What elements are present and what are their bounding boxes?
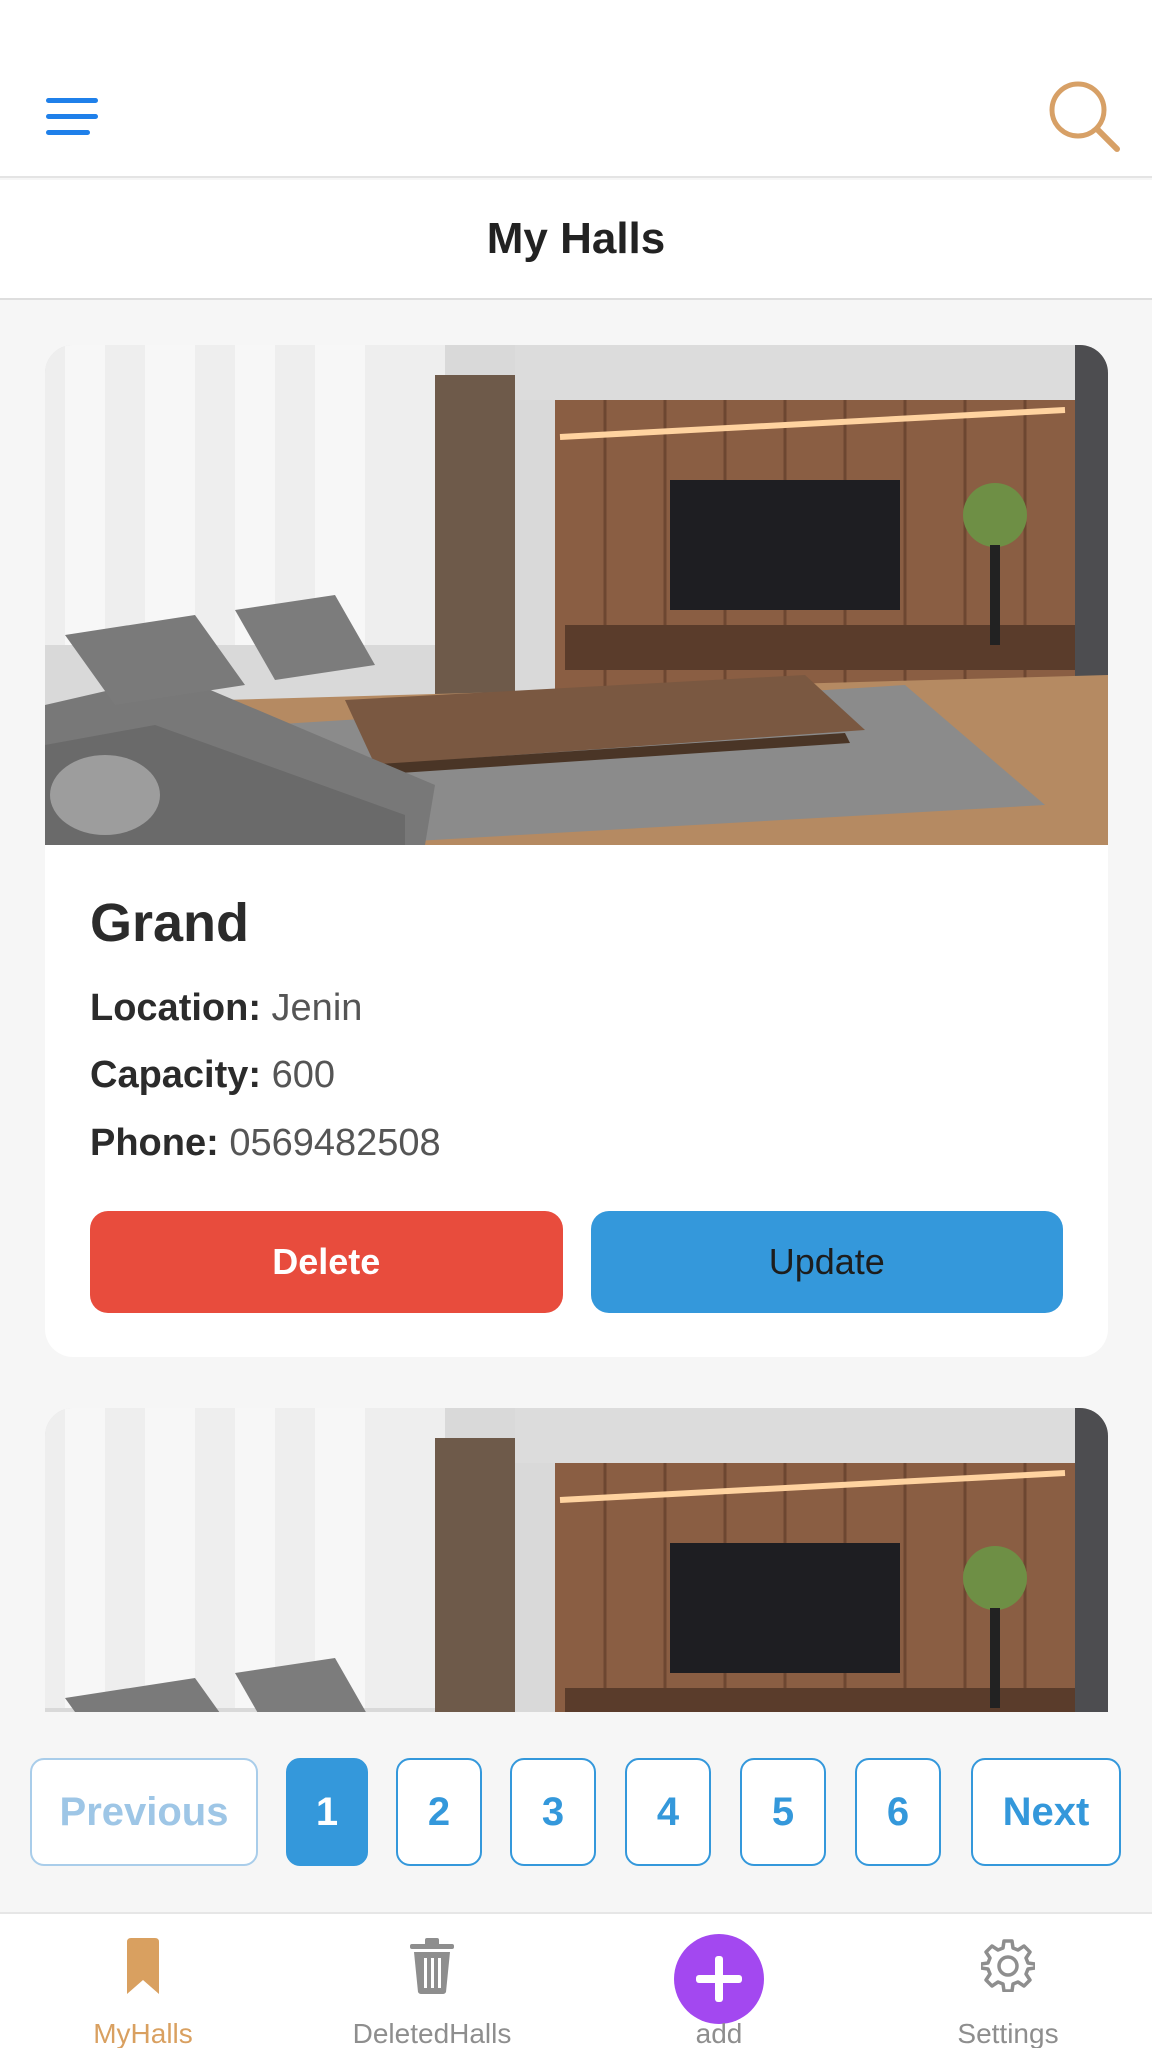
hall-image bbox=[45, 345, 1108, 845]
tab-label: DeletedHalls bbox=[352, 2018, 512, 2048]
hall-image bbox=[45, 1408, 1108, 1712]
pagination: Previous 1 2 3 4 5 6 Next bbox=[0, 1758, 1152, 1868]
phone-label: Phone: bbox=[90, 1122, 219, 1165]
delete-button[interactable]: Delete bbox=[90, 1211, 563, 1314]
trash-icon bbox=[317, 1938, 547, 2008]
page-button-3[interactable]: 3 bbox=[510, 1758, 596, 1866]
search-icon[interactable] bbox=[1046, 78, 1122, 154]
tab-label: Settings bbox=[957, 2018, 1059, 2048]
halls-list[interactable]: Grand Location: Jenin Capacity: 600 Phon… bbox=[0, 302, 1152, 1712]
tab-add[interactable]: add bbox=[604, 1914, 834, 2048]
tab-label: add bbox=[695, 2018, 743, 2048]
tab-label: MyHalls bbox=[93, 2018, 193, 2048]
plus-icon[interactable] bbox=[674, 1934, 764, 2024]
page-button-6[interactable]: 6 bbox=[855, 1758, 941, 1866]
location-value: Jenin bbox=[271, 986, 363, 1029]
page-title: My Halls bbox=[486, 214, 666, 263]
next-page-button[interactable]: Next bbox=[971, 1758, 1121, 1866]
phone-value: 0569482508 bbox=[229, 1122, 441, 1165]
hall-card bbox=[45, 1408, 1108, 1712]
hall-card: Grand Location: Jenin Capacity: 600 Phon… bbox=[45, 345, 1108, 1358]
page-button-1[interactable]: 1 bbox=[286, 1758, 368, 1866]
hall-name: Grand bbox=[90, 893, 250, 953]
capacity-label: Capacity: bbox=[90, 1054, 262, 1097]
hall-phone: Phone: 0569482508 bbox=[90, 1122, 1063, 1165]
top-app-bar bbox=[0, 0, 1152, 178]
bottom-tab-bar: MyHalls DeletedHalls add Settings bbox=[0, 1912, 1152, 2048]
tab-deleted-halls[interactable]: DeletedHalls bbox=[317, 1914, 547, 2048]
hall-location: Location: Jenin bbox=[90, 986, 1063, 1030]
page-button-5[interactable]: 5 bbox=[740, 1758, 826, 1866]
bookmark-icon bbox=[28, 1938, 258, 2008]
tab-my-halls[interactable]: MyHalls bbox=[28, 1914, 258, 2048]
tab-settings[interactable]: Settings bbox=[893, 1914, 1123, 2048]
page-button-2[interactable]: 2 bbox=[396, 1758, 482, 1866]
update-button[interactable]: Update bbox=[590, 1211, 1063, 1314]
hamburger-menu-icon[interactable] bbox=[46, 98, 98, 136]
page-button-4[interactable]: 4 bbox=[625, 1758, 711, 1866]
previous-page-button[interactable]: Previous bbox=[30, 1758, 258, 1866]
gear-icon bbox=[893, 1938, 1123, 2008]
capacity-value: 600 bbox=[271, 1054, 336, 1097]
card-actions: Delete Update bbox=[90, 1211, 1063, 1357]
location-label: Location: bbox=[90, 986, 261, 1029]
hall-capacity: Capacity: 600 bbox=[90, 1055, 1063, 1097]
page-title-bar: My Halls bbox=[0, 180, 1152, 300]
